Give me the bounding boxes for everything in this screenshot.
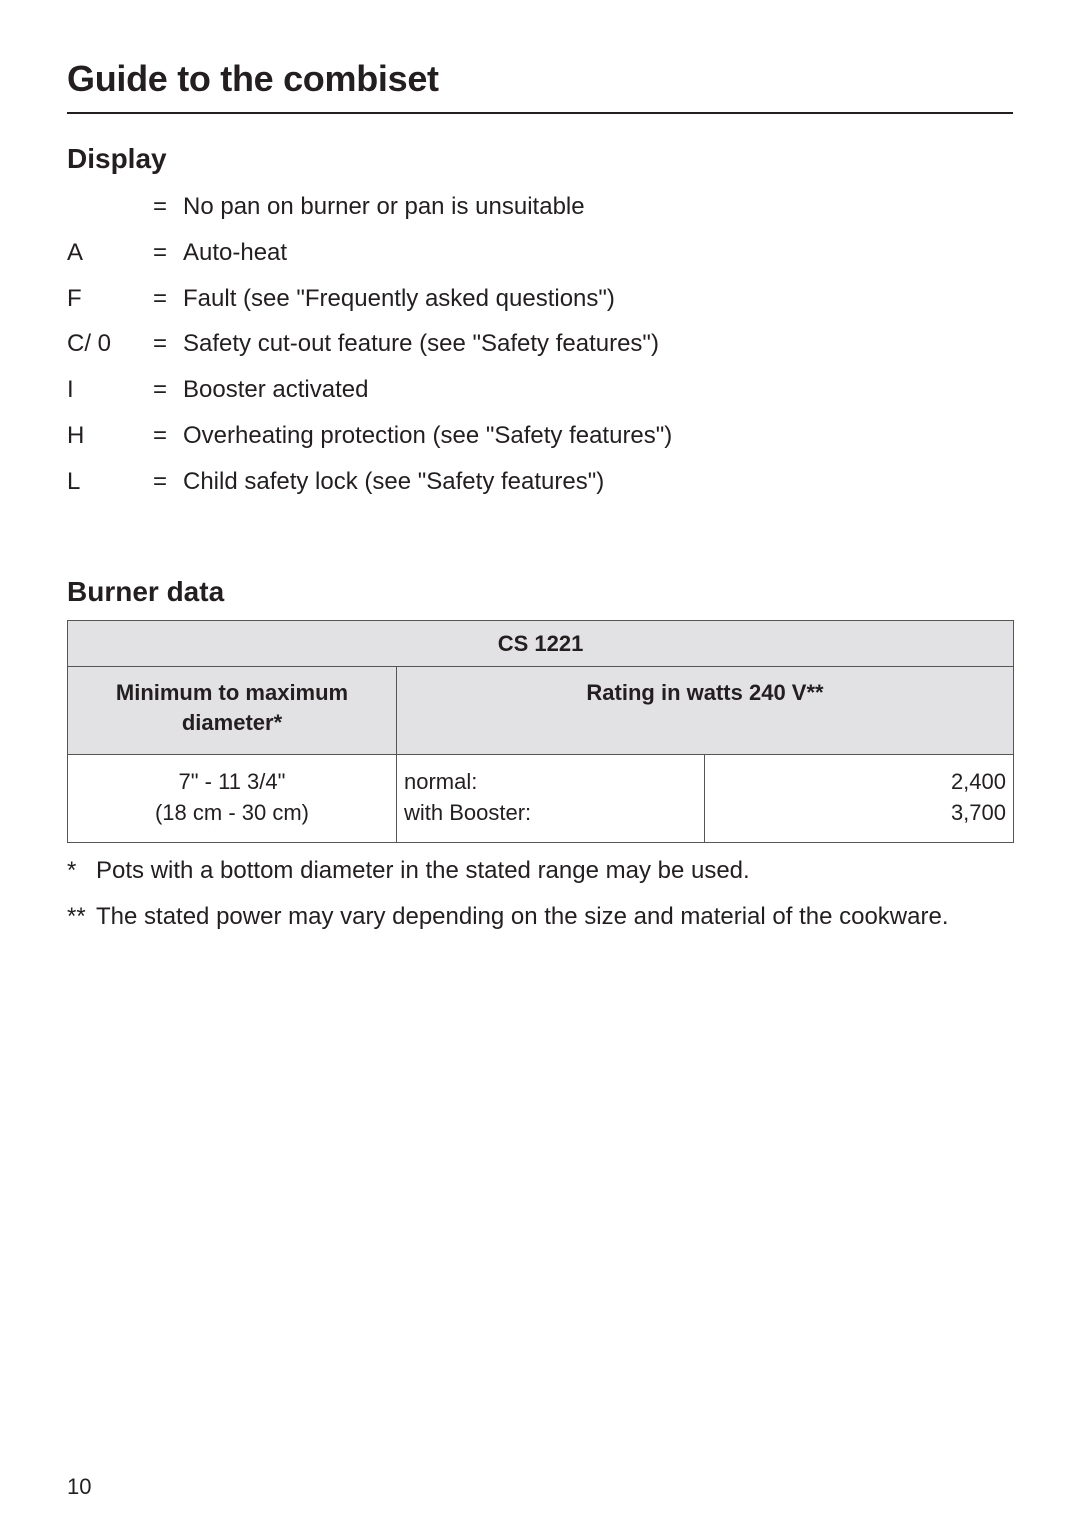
display-row: C/ 0 = Safety cut-out feature (see "Safe… xyxy=(67,327,967,373)
rating-value-booster: 3,700 xyxy=(950,800,1006,825)
display-description: Auto-heat xyxy=(183,238,288,266)
display-code-list: = No pan on burner or pan is unsuitable … xyxy=(67,190,967,511)
display-description: No pan on burner or pan is unsuitable xyxy=(183,193,585,220)
equals-sign: = xyxy=(153,421,168,449)
page-number: 10 xyxy=(67,1474,92,1499)
display-row: H = Overheating protection (see "Safety … xyxy=(67,419,967,465)
burner-data-table: CS 1221 Minimum to maximum diameter* Rat… xyxy=(67,620,1014,843)
display-description: Overheating protection (see "Safety feat… xyxy=(183,421,673,449)
display-code: A xyxy=(67,238,84,266)
footnote: * Pots with a bottom diameter in the sta… xyxy=(67,855,967,886)
equals-sign: = xyxy=(153,284,168,312)
footnote-marker: * xyxy=(67,857,77,884)
burner-data-heading: Burner data xyxy=(67,576,225,607)
diameter-column-header: Minimum to maximum diameter* xyxy=(67,666,397,755)
display-row: L = Child safety lock (see "Safety featu… xyxy=(67,465,967,511)
model-header: CS 1221 xyxy=(67,620,1014,667)
rating-column-header: Rating in watts 240 V** xyxy=(396,666,1014,755)
table-row: 7" - 11 3/4" (18 cm - 30 cm) normal: wit… xyxy=(67,754,1014,843)
page-title: Guide to the combiset xyxy=(67,58,439,99)
display-code: F xyxy=(67,284,82,312)
equals-sign: = xyxy=(153,330,168,358)
footnote: ** The stated power may vary depending o… xyxy=(67,901,967,932)
display-description: Fault (see "Frequently asked questions") xyxy=(183,284,615,312)
rating-value-cell: 2,400 3,700 xyxy=(704,754,1014,843)
display-code: C/ 0 xyxy=(67,330,112,358)
rating-value-normal: 2,400 xyxy=(950,769,1006,794)
footnote-text: Pots with a bottom diameter in the state… xyxy=(96,857,750,884)
display-code: H xyxy=(67,421,85,449)
display-heading: Display xyxy=(67,143,167,174)
rating-label-normal: normal: xyxy=(404,769,478,794)
display-description: Booster activated xyxy=(183,376,369,404)
footnote-text: The stated power may vary depending on t… xyxy=(96,903,949,930)
title-divider xyxy=(67,112,1013,114)
display-code: I xyxy=(67,376,74,404)
table-model-row: CS 1221 xyxy=(67,620,1014,667)
diameter-cm: (18 cm - 30 cm) xyxy=(154,800,310,825)
display-row: I = Booster activated xyxy=(67,373,967,419)
equals-sign: = xyxy=(153,193,168,220)
diameter-inches: 7" - 11 3/4" xyxy=(178,769,286,794)
footnote-marker: ** xyxy=(67,903,86,930)
display-row: = No pan on burner or pan is unsuitable xyxy=(67,190,967,236)
equals-sign: = xyxy=(153,376,168,404)
equals-sign: = xyxy=(153,467,168,495)
rating-label-booster: with Booster: xyxy=(404,800,532,825)
rating-label-cell: normal: with Booster: xyxy=(396,754,705,843)
diameter-cell: 7" - 11 3/4" (18 cm - 30 cm) xyxy=(67,754,397,843)
footnotes: * Pots with a bottom diameter in the sta… xyxy=(67,855,967,932)
display-code: L xyxy=(67,467,81,495)
table-header-row: Minimum to maximum diameter* Rating in w… xyxy=(67,666,1014,755)
equals-sign: = xyxy=(153,238,168,266)
display-row: F = Fault (see "Frequently asked questio… xyxy=(67,282,967,328)
display-description: Safety cut-out feature (see "Safety feat… xyxy=(183,330,659,358)
display-description: Child safety lock (see "Safety features"… xyxy=(183,467,605,495)
display-row: A = Auto-heat xyxy=(67,236,967,282)
